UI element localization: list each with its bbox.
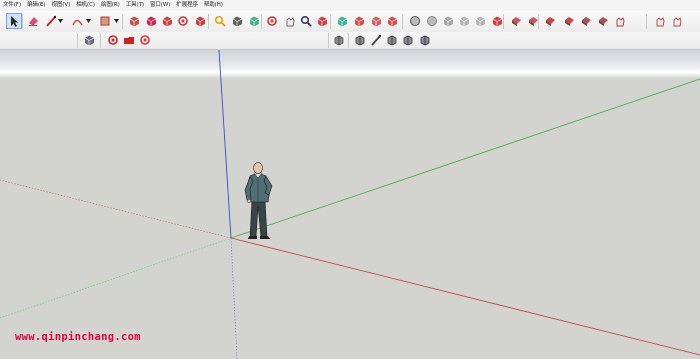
line-tool-icon[interactable]	[44, 14, 58, 28]
tape-measure-icon[interactable]	[213, 14, 227, 28]
outer-shell-icon[interactable]	[490, 14, 504, 28]
menu-item-1[interactable]: 编辑(E)	[24, 0, 48, 11]
view-back-icon[interactable]	[579, 14, 593, 28]
scale-tool-icon[interactable]	[193, 14, 207, 28]
zoom-tool-icon[interactable]	[299, 14, 313, 28]
dropdown-arrow-icon[interactable]	[114, 14, 119, 28]
view-right-icon[interactable]	[562, 14, 576, 28]
walk-icon[interactable]	[653, 14, 667, 28]
layout-icon[interactable]	[385, 14, 399, 28]
component-icon[interactable]	[369, 14, 383, 28]
menu-item-4[interactable]: 绘图(R)	[98, 0, 123, 11]
solid-tools-icon[interactable]	[408, 14, 422, 28]
pan-tool-icon[interactable]	[283, 14, 297, 28]
toolbar-separator	[22, 14, 23, 29]
menu-item-5[interactable]: 工具(T)	[123, 0, 147, 11]
red-axis-positive	[230, 237, 700, 356]
intersect-icon[interactable]	[473, 14, 487, 28]
menu-item-3[interactable]: 相机(C)	[73, 0, 98, 11]
main-toolbar	[0, 11, 700, 33]
blue-axis-positive	[218, 50, 232, 239]
hand-icon[interactable]	[613, 14, 627, 28]
paint-bucket-icon[interactable]	[247, 14, 261, 28]
blue-axis-negative	[230, 237, 238, 359]
toolbar-separator	[261, 14, 262, 29]
folder-icon[interactable]	[122, 33, 136, 47]
toolbar-separator	[330, 14, 331, 29]
rectangle-tool-icon[interactable]	[98, 14, 112, 28]
fog-icon[interactable]	[138, 33, 152, 47]
view-front-icon[interactable]	[543, 14, 557, 28]
menu-bar: 文件(F) 编辑(E) 视图(V) 相机(C) 绘图(R) 工具(T) 窗口(W) 扩展程序帮…	[0, 0, 700, 11]
green-axis-negative	[0, 237, 232, 319]
toolbar-separator	[503, 14, 504, 29]
scale-figure[interactable]	[244, 162, 273, 240]
rotate-tool-icon[interactable]	[176, 14, 190, 28]
position-camera-icon[interactable]	[82, 33, 96, 47]
red-axis-negative	[0, 179, 232, 239]
green-axis-positive	[230, 78, 700, 239]
eraser-tool-icon[interactable]	[26, 14, 40, 28]
wireframe-style-icon[interactable]	[353, 33, 367, 47]
toolbar-separator	[208, 14, 209, 29]
select-tool-icon[interactable]	[6, 13, 22, 29]
menu-item-2[interactable]: 视图(V)	[49, 0, 74, 11]
text-tool-icon[interactable]	[230, 14, 244, 28]
extension-warehouse-icon[interactable]	[352, 14, 366, 28]
zoom-extents-icon[interactable]	[315, 14, 329, 28]
shadows-icon[interactable]	[106, 33, 120, 47]
toolbar-separator	[348, 33, 349, 48]
shaded-style-icon[interactable]	[385, 33, 399, 47]
menu-item-8[interactable]: 帮助(H)	[201, 0, 226, 11]
warehouse-icon[interactable]	[335, 14, 349, 28]
move-tool-icon[interactable]	[160, 14, 174, 28]
look-around-icon[interactable]	[670, 14, 684, 28]
toolbar-separator	[402, 14, 403, 29]
follow-me-icon[interactable]	[457, 14, 471, 28]
model-viewport[interactable]	[0, 50, 700, 359]
toolbar-separator	[538, 14, 539, 29]
push-pull-tool-icon[interactable]	[127, 14, 141, 28]
dropdown-arrow-icon[interactable]	[58, 14, 63, 28]
view-left-icon[interactable]	[596, 14, 610, 28]
hidden-line-style-icon[interactable]	[369, 33, 383, 47]
offset-tool-icon[interactable]	[144, 14, 158, 28]
arc-tool-icon[interactable]	[70, 14, 84, 28]
secondary-toolbar	[0, 32, 700, 50]
monochrome-style-icon[interactable]	[418, 33, 432, 47]
view-iso-icon[interactable]	[509, 14, 523, 28]
toolbar-separator	[646, 14, 647, 29]
toolbar-separator	[77, 33, 78, 48]
toolbar-separator	[122, 14, 123, 29]
watermark-text: www.qinpinchang.com	[15, 331, 141, 343]
menu-item-6[interactable]: 窗口(W)	[147, 0, 173, 11]
toolbar-separator	[100, 33, 101, 48]
orbit-tool-icon[interactable]	[265, 14, 279, 28]
menu-item-7[interactable]: 扩展程序	[173, 0, 201, 11]
xray-style-icon[interactable]	[332, 33, 346, 47]
dropdown-arrow-icon[interactable]	[86, 14, 91, 28]
sandbox-icon[interactable]	[441, 14, 455, 28]
toolbar-separator	[328, 33, 329, 48]
section-plane-icon[interactable]	[425, 14, 439, 28]
textured-style-icon[interactable]	[401, 33, 415, 47]
menu-item-0[interactable]: 文件(F)	[0, 0, 24, 11]
